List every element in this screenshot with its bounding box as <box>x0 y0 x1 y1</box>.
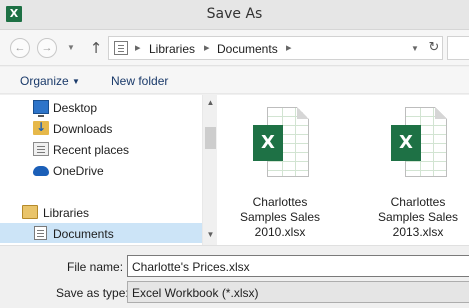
save-as-type-select[interactable]: Excel Workbook (*.xlsx) <box>127 281 469 303</box>
organize-chevron-icon[interactable]: ▼ <box>72 77 80 86</box>
scroll-up-icon[interactable]: ▲ <box>203 97 218 109</box>
refresh-icon[interactable]: ↻ <box>427 40 441 56</box>
file-item[interactable]: X Charlottes Samples Sales 2010.xlsx <box>225 95 335 245</box>
sidebar-item-libraries[interactable]: Libraries <box>0 202 202 222</box>
sidebar-item-downloads[interactable]: Downloads <box>0 118 202 138</box>
navigation-pane: Desktop Downloads Recent places OneDrive… <box>0 95 217 245</box>
file-name-label: Charlottes Samples Sales 2013.xlsx <box>377 195 459 239</box>
desktop-icon <box>33 100 49 117</box>
excel-file-icon: X <box>253 107 309 177</box>
breadcrumb-separator-icon[interactable]: ▸ <box>204 41 210 54</box>
sidebar-item-recent-places[interactable]: Recent places <box>0 139 202 159</box>
back-icon[interactable]: ← <box>10 38 30 58</box>
sidebar-item-onedrive[interactable]: OneDrive <box>0 160 202 180</box>
file-list: X Charlottes Samples Sales 2010.xlsx X C… <box>217 95 469 245</box>
navigation-pane-scrollbar[interactable]: ▲ ▼ <box>202 95 217 245</box>
breadcrumb-separator-icon[interactable]: ▸ <box>135 41 141 54</box>
sidebar-item-label: Documents <box>53 227 114 241</box>
breadcrumb-separator-icon[interactable]: ▸ <box>286 41 292 54</box>
organize-button[interactable]: Organize <box>20 74 69 88</box>
command-bar: Organize ▼ New folder <box>0 67 469 94</box>
recent-places-icon <box>33 142 49 156</box>
sidebar-item-label: Downloads <box>53 122 113 136</box>
sidebar-item-label: OneDrive <box>53 164 104 178</box>
sidebar-item-label: Libraries <box>43 206 90 220</box>
sidebar-item-label: Desktop <box>53 101 98 115</box>
up-arrow-icon[interactable]: ↑ <box>88 39 104 57</box>
sidebar-item-documents[interactable]: Documents <box>0 223 202 243</box>
downloads-icon <box>33 120 49 135</box>
file-name-value: Charlotte's Prices.xlsx <box>132 260 250 274</box>
new-folder-button[interactable]: New folder <box>111 74 168 88</box>
recent-locations-chevron-icon[interactable]: ▼ <box>65 42 77 54</box>
file-name-label: File name: <box>67 260 124 274</box>
libraries-icon <box>22 205 38 219</box>
forward-icon[interactable]: → <box>37 38 57 58</box>
save-as-type-value: Excel Workbook (*.xlsx) <box>132 286 259 300</box>
title-bar: Save As <box>0 0 469 30</box>
sidebar-item-label: Recent places <box>53 143 130 157</box>
breadcrumb-libraries[interactable]: Libraries <box>149 42 195 56</box>
save-as-type-label: Save as type: <box>56 286 129 300</box>
save-form: File name: Charlotte's Prices.xlsx Save … <box>0 245 469 308</box>
address-bar[interactable]: ▸ Libraries ▸ Documents ▸ ▼ ↻ <box>108 36 443 60</box>
breadcrumb-documents[interactable]: Documents <box>217 42 278 56</box>
sidebar-item-desktop[interactable]: Desktop <box>0 97 202 117</box>
location-icon <box>114 41 128 55</box>
scrollbar-thumb[interactable] <box>205 127 216 149</box>
navigation-bar: ← → ▼ ↑ ▸ Libraries ▸ Documents ▸ ▼ ↻ <box>0 30 469 66</box>
file-name-label: Charlottes Samples Sales 2010.xlsx <box>239 195 321 239</box>
scroll-down-icon[interactable]: ▼ <box>203 229 218 241</box>
file-name-input[interactable]: Charlotte's Prices.xlsx <box>127 255 469 277</box>
onedrive-icon <box>33 166 49 176</box>
excel-file-icon: X <box>391 107 447 177</box>
documents-icon <box>34 226 47 240</box>
window-title: Save As <box>206 6 263 22</box>
address-history-chevron-icon[interactable]: ▼ <box>409 42 421 56</box>
search-input[interactable] <box>447 36 469 60</box>
file-item[interactable]: X Charlottes Samples Sales 2013.xlsx <box>363 95 469 245</box>
